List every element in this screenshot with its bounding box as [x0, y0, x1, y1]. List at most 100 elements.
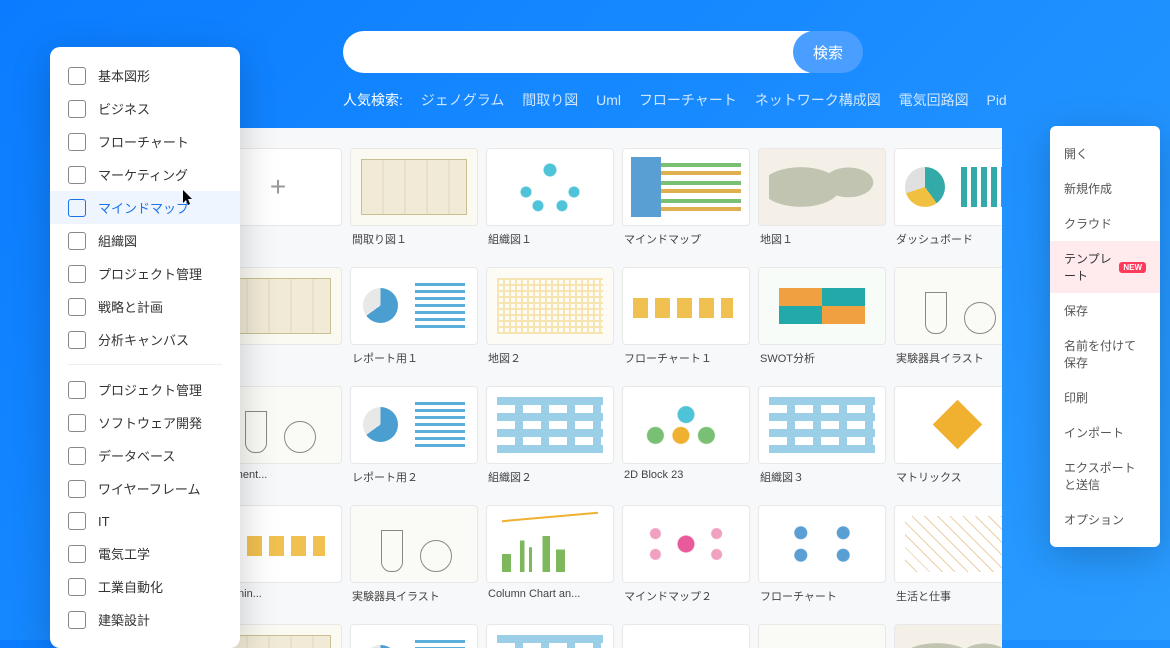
template-label: SWOT分析	[758, 345, 886, 376]
template-thumbnail	[486, 505, 614, 583]
template-thumbnail	[622, 505, 750, 583]
template-card[interactable]: ダッシュボード	[894, 148, 1002, 257]
popular-link[interactable]: ネットワーク構成図	[755, 92, 881, 108]
category-label: 組織図	[98, 231, 137, 250]
category-item[interactable]: 建築設計	[50, 603, 240, 636]
category-item[interactable]: ソフトウェア開発	[50, 406, 240, 439]
template-card[interactable]: マインドマップ２	[622, 505, 750, 614]
category-label: マーケティング	[98, 165, 188, 184]
category-item[interactable]: 工業自動化	[50, 570, 240, 603]
template-thumbnail	[758, 505, 886, 583]
template-card[interactable]: マインドマップ	[622, 148, 750, 257]
template-thumbnail	[350, 386, 478, 464]
template-card[interactable]: 組織図２	[486, 386, 614, 495]
template-label: Column Chart an...	[486, 583, 614, 610]
category-item[interactable]: 戦略と計画	[50, 290, 240, 323]
file-menu-item[interactable]: テンプレートNEW	[1050, 241, 1160, 293]
template-card[interactable]	[350, 624, 478, 648]
template-thumbnail	[758, 624, 886, 648]
template-card[interactable]: SWOT分析	[758, 267, 886, 376]
popular-link[interactable]: Uml	[596, 92, 621, 108]
template-card[interactable]	[486, 624, 614, 648]
category-icon	[68, 414, 86, 432]
template-label: 地図１	[758, 226, 886, 257]
category-icon	[68, 265, 86, 283]
file-menu-item[interactable]: インポート	[1050, 415, 1160, 450]
template-card[interactable]	[894, 624, 1002, 648]
template-card[interactable]: 組織図３	[758, 386, 886, 495]
template-card[interactable]: 間取り図１	[350, 148, 478, 257]
category-icon	[68, 67, 86, 85]
popular-link[interactable]: ジェノグラム	[421, 92, 505, 108]
template-thumbnail	[894, 624, 1002, 648]
divider	[68, 364, 222, 365]
menu-label: インポート	[1064, 424, 1124, 441]
template-card[interactable]	[622, 624, 750, 648]
menu-label: エクスポートと送信	[1064, 459, 1146, 493]
category-item[interactable]: プロジェクト管理	[50, 257, 240, 290]
template-card[interactable]: マトリックス	[894, 386, 1002, 495]
template-card[interactable]	[758, 624, 886, 648]
template-card[interactable]: 組織図１	[486, 148, 614, 257]
template-label: レポート用１	[350, 345, 478, 376]
template-card[interactable]: フローチャート	[758, 505, 886, 614]
template-label: 間取り図１	[350, 226, 478, 257]
category-icon	[68, 611, 86, 629]
file-menu-item[interactable]: 名前を付けて保存	[1050, 328, 1160, 380]
category-item[interactable]: データベース	[50, 439, 240, 472]
category-item[interactable]: 分析キャンバス	[50, 323, 240, 356]
file-menu-item[interactable]: 印刷	[1050, 380, 1160, 415]
category-item[interactable]: 電気工学	[50, 537, 240, 570]
category-item[interactable]: 組織図	[50, 224, 240, 257]
template-card[interactable]: 生活と仕事	[894, 505, 1002, 614]
template-thumbnail	[894, 505, 1002, 583]
template-label: 地図２	[486, 345, 614, 376]
file-menu-item[interactable]: 開く	[1050, 136, 1160, 171]
category-label: IT	[98, 514, 110, 529]
search-input[interactable]	[343, 31, 828, 73]
category-label: 建築設計	[98, 610, 150, 629]
template-thumbnail	[758, 386, 886, 464]
template-card[interactable]: Column Chart an...	[486, 505, 614, 614]
popular-link[interactable]: 電気回路図	[899, 92, 969, 108]
popular-link[interactable]: フローチャート	[639, 92, 737, 108]
template-card[interactable]: レポート用２	[350, 386, 478, 495]
template-label: フローチャート	[758, 583, 886, 614]
category-item[interactable]: マーケティング	[50, 158, 240, 191]
category-item[interactable]: フローチャート	[50, 125, 240, 158]
menu-label: オプション	[1064, 511, 1124, 528]
template-label: 組織図３	[758, 464, 886, 495]
template-label: マトリックス	[894, 464, 1002, 495]
category-item[interactable]: 基本図形	[50, 59, 240, 92]
category-item[interactable]: ビジネス	[50, 92, 240, 125]
category-icon	[68, 480, 86, 498]
category-label: プロジェクト管理	[98, 380, 202, 399]
file-menu-item[interactable]: エクスポートと送信	[1050, 450, 1160, 502]
popular-link[interactable]: Pid	[986, 92, 1006, 108]
template-card[interactable]: フローチャート１	[622, 267, 750, 376]
category-item[interactable]: プロジェクト管理	[50, 373, 240, 406]
file-menu-item[interactable]: オプション	[1050, 502, 1160, 537]
template-card[interactable]: 地図２	[486, 267, 614, 376]
template-label: 組織図１	[486, 226, 614, 257]
search-button[interactable]: 検索	[793, 31, 863, 73]
category-item[interactable]: マインドマップ	[50, 191, 240, 224]
file-menu-item[interactable]: 保存	[1050, 293, 1160, 328]
template-grid-area: +間取り図１組織図１マインドマップ地図１ダッシュボードn 3レポート用１地図２フ…	[204, 128, 1002, 648]
template-card[interactable]: 実験器具イラスト	[350, 505, 478, 614]
template-label: ダッシュボード	[894, 226, 1002, 257]
popular-link[interactable]: 間取り図	[522, 92, 578, 108]
template-label: 2D Block 23	[622, 464, 750, 491]
category-item[interactable]: ワイヤーフレーム	[50, 472, 240, 505]
category-label: ビジネス	[98, 99, 150, 118]
menu-label: 開く	[1064, 145, 1088, 162]
template-card[interactable]: 2D Block 23	[622, 386, 750, 495]
template-card[interactable]: 地図１	[758, 148, 886, 257]
menu-label: クラウド	[1064, 215, 1112, 232]
template-card[interactable]: レポート用１	[350, 267, 478, 376]
file-menu-item[interactable]: クラウド	[1050, 206, 1160, 241]
template-thumbnail	[486, 624, 614, 648]
file-menu-item[interactable]: 新規作成	[1050, 171, 1160, 206]
template-card[interactable]: 実験器具イラスト	[894, 267, 1002, 376]
category-item[interactable]: IT	[50, 505, 240, 537]
